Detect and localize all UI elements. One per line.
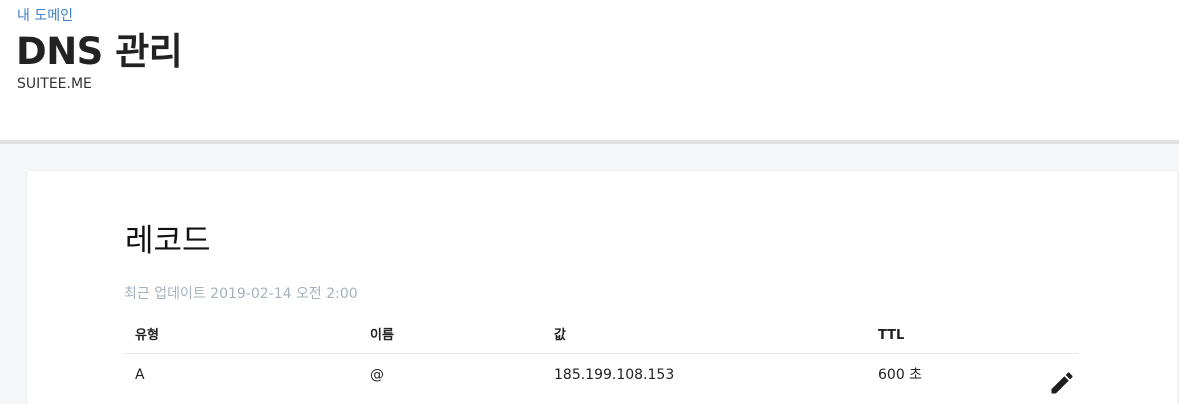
last-updated-text: 최근 업데이트 2019-02-14 오전 2:00 <box>124 286 358 302</box>
breadcrumb-my-domains-link[interactable]: 내 도메인 <box>17 7 73 25</box>
table-header-row: 유형 이름 값 TTL <box>124 319 1079 354</box>
records-card: 레코드 최근 업데이트 2019-02-14 오전 2:00 유형 이름 값 T… <box>27 171 1177 404</box>
record-ttl-cell: 600 초 <box>878 367 923 383</box>
records-table: 유형 이름 값 TTL A @ 185.199.108.153 600 초 <box>124 319 1079 400</box>
record-type-cell: A <box>135 367 145 383</box>
page-title: DNS 관리 <box>16 30 183 73</box>
page-header: 내 도메인 DNS 관리 SUITEE.ME <box>0 0 1179 140</box>
column-header-ttl: TTL <box>878 328 905 343</box>
table-row: A @ 185.199.108.153 600 초 <box>124 354 1079 400</box>
column-header-name: 이름 <box>370 328 394 343</box>
pencil-icon[interactable] <box>1048 369 1076 397</box>
domain-name: SUITEE.ME <box>17 76 92 92</box>
record-name-cell: @ <box>370 367 384 383</box>
header-divider <box>0 140 1179 144</box>
records-title: 레코드 <box>125 223 211 259</box>
record-value-cell: 185.199.108.153 <box>554 367 675 383</box>
column-header-value: 값 <box>554 328 566 343</box>
column-header-type: 유형 <box>135 328 159 343</box>
